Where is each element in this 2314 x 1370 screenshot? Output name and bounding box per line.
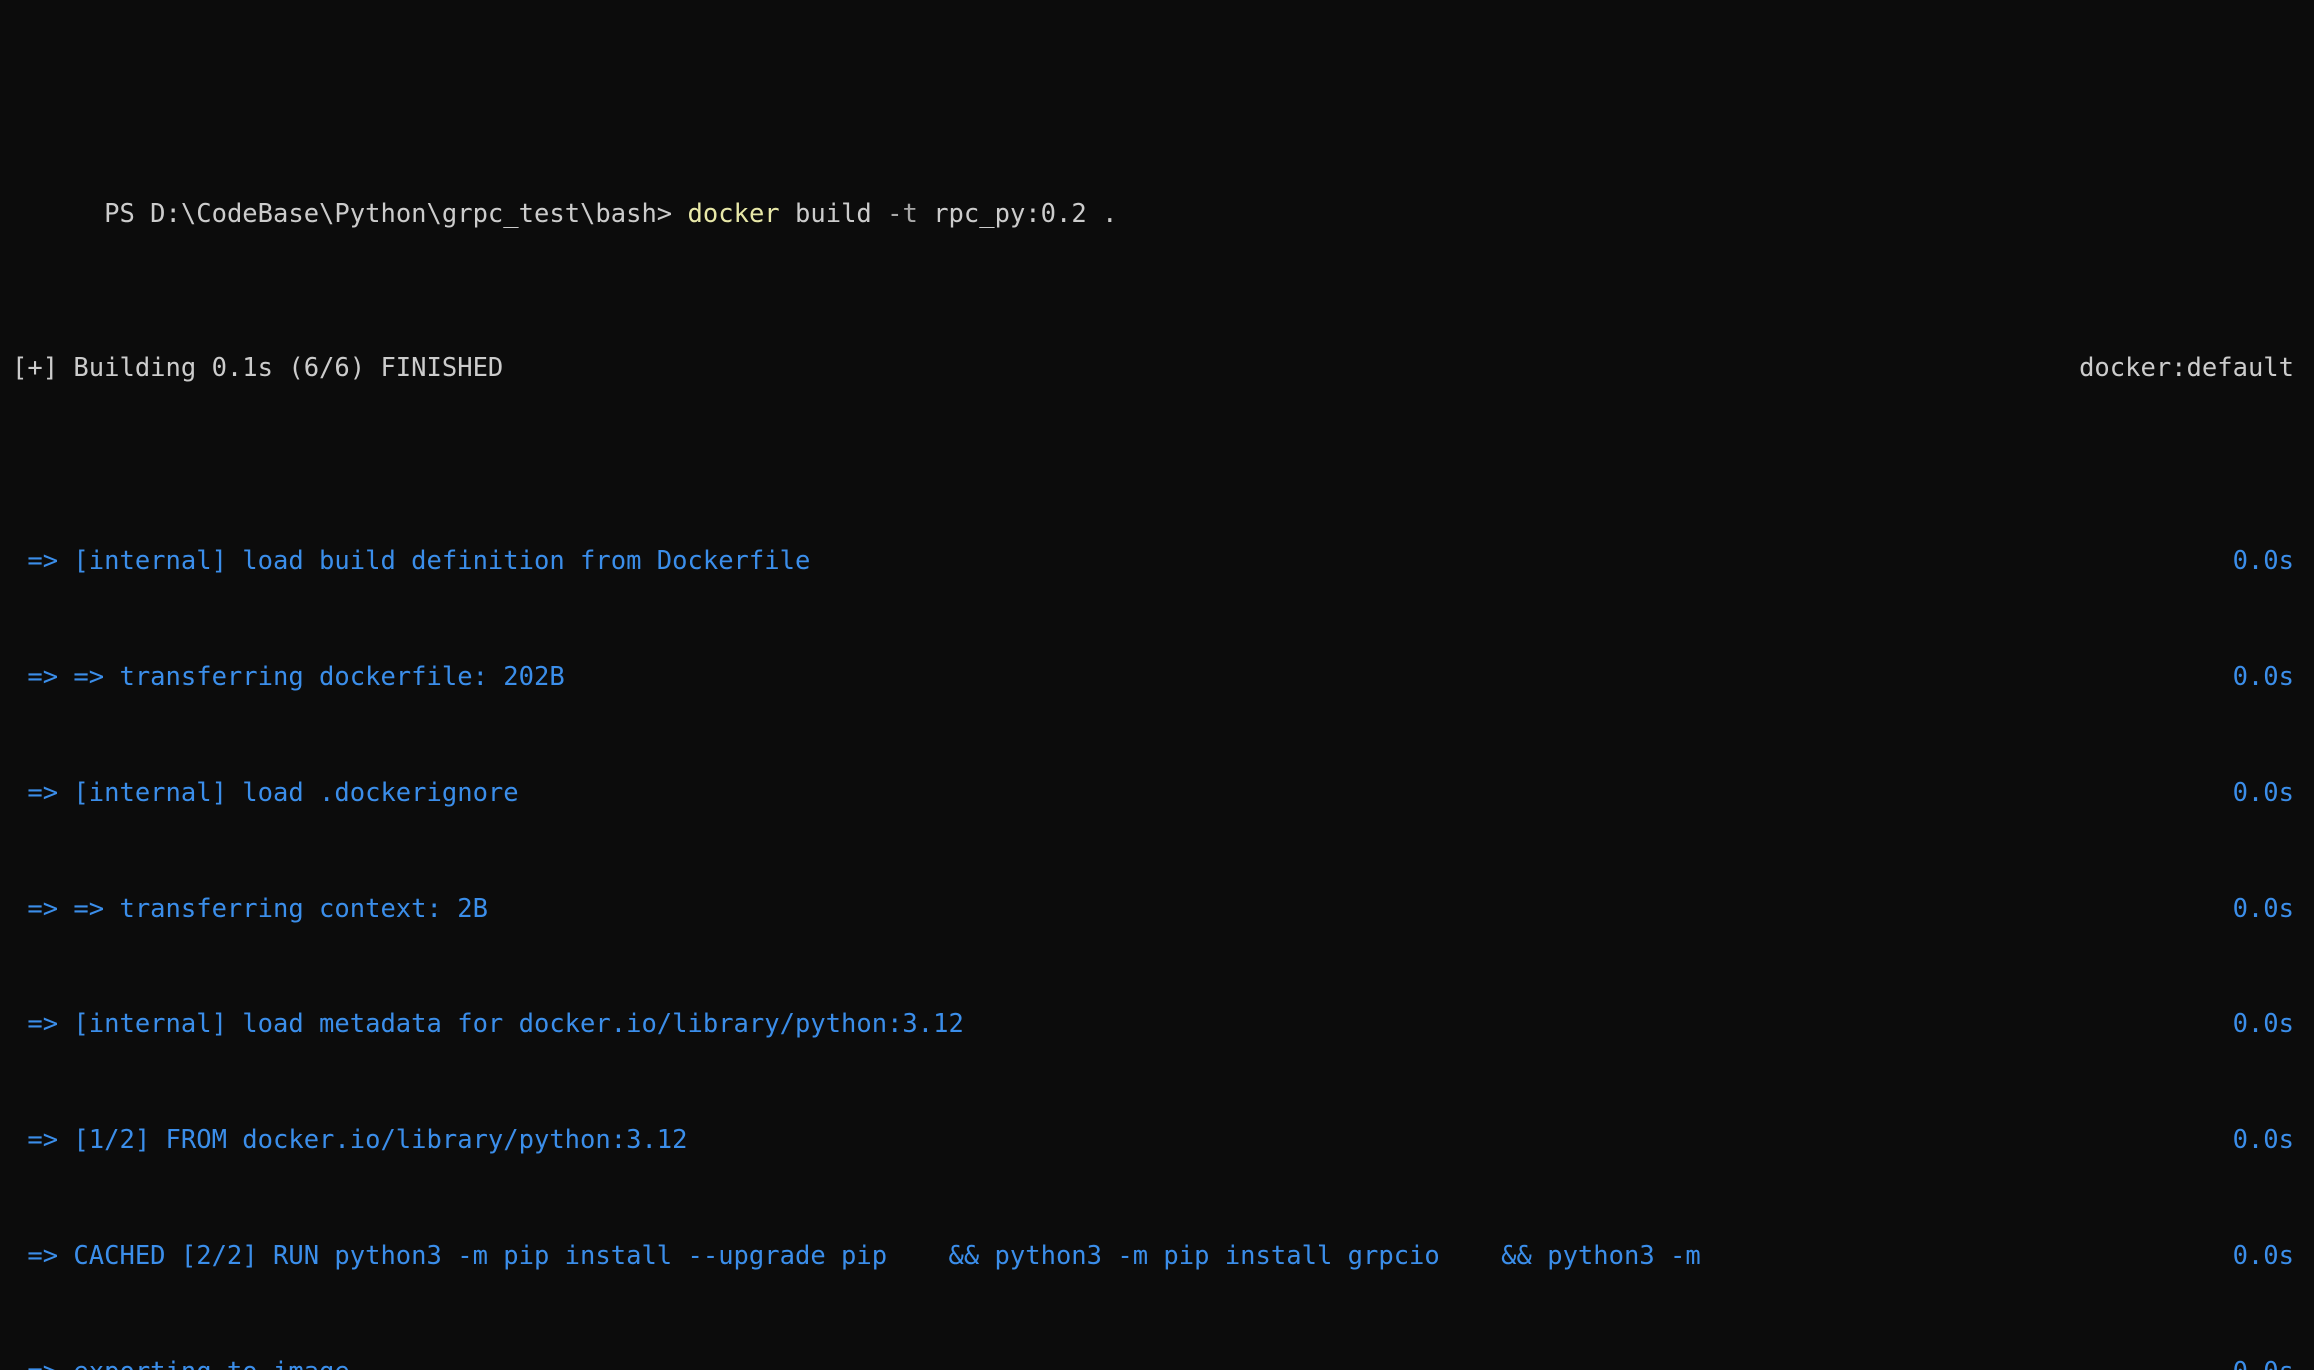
prompt-line: PS D:\CodeBase\Python\grpc_test\bash> do… — [12, 156, 2302, 229]
build-step-row: => [internal] load metadata for docker.i… — [12, 1005, 2302, 1044]
build-step-time: 0.0s — [2233, 1353, 2302, 1370]
command-args-b: rpc_py:0.2 . — [917, 198, 1118, 229]
build-step-row: => [1/2] FROM docker.io/library/python:3… — [12, 1121, 2302, 1160]
build-step-time: 0.0s — [2232, 546, 2294, 577]
build-step-time: 0.0s — [2232, 777, 2294, 808]
prompt-prefix: PS D:\CodeBase\Python\grpc_test\bash> — [104, 198, 673, 229]
build-header-line: [+] Building 0.1s (6/6) FINISHED docker:… — [12, 349, 2302, 388]
build-step-time: 0.0s — [2232, 1009, 2294, 1040]
command-name: docker — [687, 198, 780, 229]
build-step-row: => CACHED [2/2] RUN python3 -m pip insta… — [12, 1237, 2302, 1276]
build-step-row: => => transferring context: 2B 0.0s — [12, 890, 2302, 929]
build-step-text: => => transferring dockerfile: 202B — [12, 662, 565, 693]
build-step-text: => [internal] load build definition from… — [12, 546, 811, 577]
command-flag: -t — [887, 198, 918, 229]
build-step-time: 0.0s — [2232, 662, 2294, 693]
build-step-text: => [1/2] FROM docker.io/library/python:3… — [12, 1125, 688, 1156]
build-step-row: => [internal] load build definition from… — [12, 542, 2302, 581]
terminal-window[interactable]: PS D:\CodeBase\Python\grpc_test\bash> do… — [0, 0, 2314, 1370]
build-step-row: => [internal] load .dockerignore 0.0s — [12, 774, 2302, 813]
build-step-row: => => transferring dockerfile: 202B 0.0s — [12, 658, 2302, 697]
build-step-text: => => transferring context: 2B — [12, 893, 488, 924]
build-step-time: 0.0s — [2232, 1125, 2294, 1156]
build-header-text: [+] Building 0.1s (6/6) FINISHED — [12, 353, 504, 384]
build-step-text: => CACHED [2/2] RUN python3 -m pip insta… — [12, 1241, 1701, 1271]
build-step-time: 0.0s — [2232, 1241, 2294, 1271]
build-driver-label: docker:default — [2079, 353, 2294, 384]
command-args-a: build — [779, 198, 888, 229]
build-step-text: => [internal] load metadata for docker.i… — [12, 1009, 964, 1040]
build-step-time: 0.0s — [2232, 893, 2294, 924]
build-step-text: => exporting to image — [12, 1353, 349, 1370]
build-step-row: => exporting to image 0.0s — [12, 1353, 2302, 1370]
build-step-text: => [internal] load .dockerignore — [12, 777, 519, 808]
